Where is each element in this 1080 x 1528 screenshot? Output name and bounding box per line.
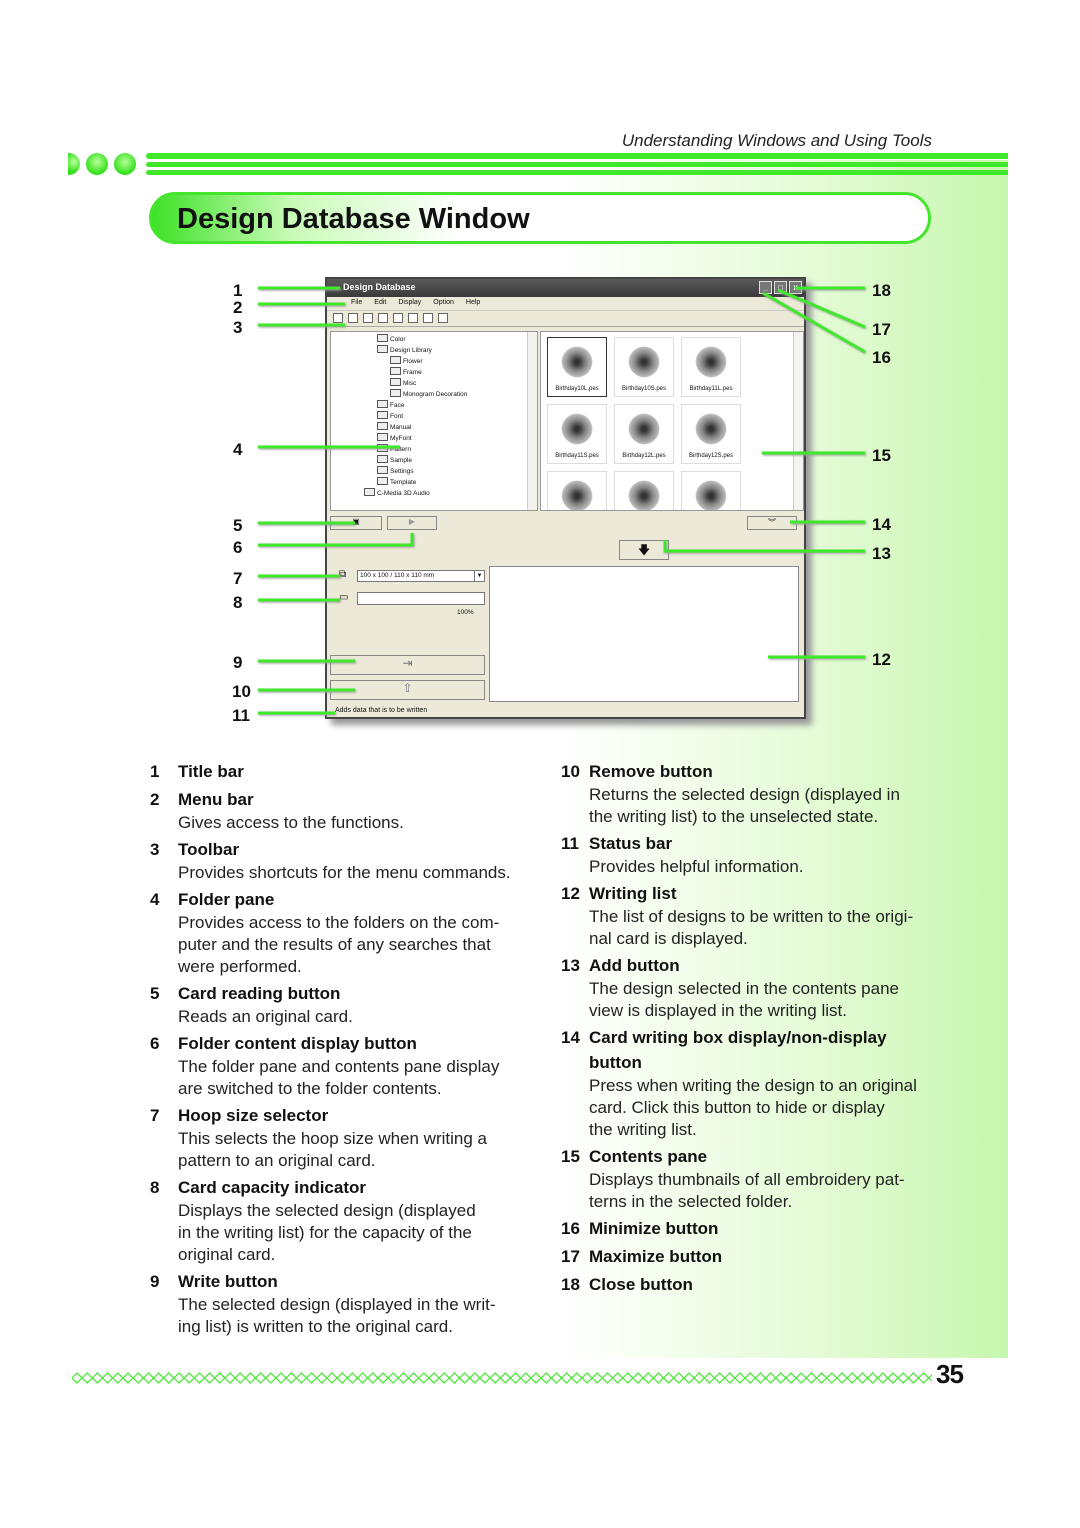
- item-title: Close button: [589, 1275, 693, 1294]
- legend-item: 7 Hoop size selector This selects the hoop…: [150, 1103, 558, 1172]
- item-number: 3: [150, 840, 160, 859]
- callout-line-13: [663, 540, 865, 553]
- item-description: Provides shortcuts for the menu commands…: [178, 863, 511, 882]
- callout-number: 6: [233, 538, 243, 557]
- callout-number: 12: [872, 650, 891, 669]
- item-number: 8: [150, 1178, 160, 1197]
- item-title: Write button: [178, 1272, 278, 1291]
- footer-diamond-border: [72, 1372, 932, 1384]
- item-title: Card writing box display/non-display but…: [589, 1028, 887, 1072]
- item-description: Returns the selected design (displayed i…: [589, 785, 900, 826]
- callout-number: 4: [233, 440, 243, 459]
- page-number: 35: [936, 1359, 964, 1389]
- item-title: Remove button: [589, 762, 713, 781]
- item-number: 5: [150, 984, 160, 1003]
- item-title: Menu bar: [178, 790, 254, 809]
- legend-item: 5 Card reading button Reads an original ca…: [150, 981, 558, 1028]
- legend-item: 1 Title bar: [150, 759, 558, 784]
- item-number: 17: [561, 1247, 580, 1266]
- item-description: Provides helpful information.: [589, 857, 804, 876]
- item-number: 6: [150, 1034, 160, 1053]
- item-number: 9: [150, 1272, 160, 1291]
- legend-item: 16 Minimize button: [561, 1216, 969, 1241]
- callout-number: 5: [233, 516, 243, 535]
- callout-number: 8: [233, 593, 243, 612]
- callout-number: 13: [872, 544, 891, 563]
- callout-number: 3: [233, 318, 243, 337]
- item-title: Status bar: [589, 834, 673, 853]
- item-number: 4: [150, 890, 160, 909]
- legend-item: 9 Write button The selected design (displa…: [150, 1269, 558, 1338]
- item-number: 15: [561, 1147, 580, 1166]
- item-description: The folder pane and contents pane displa…: [178, 1057, 500, 1098]
- callout-lines: [258, 286, 866, 715]
- legend-item: 6 Folder content display button The folder…: [150, 1031, 558, 1100]
- legend-item: 17 Maximize button: [561, 1244, 969, 1269]
- callout-number: 2: [233, 298, 243, 317]
- item-title: Add button: [589, 956, 680, 975]
- item-title: Hoop size selector: [178, 1106, 329, 1125]
- item-title: Minimize button: [589, 1219, 719, 1238]
- item-title: Folder pane: [178, 890, 275, 909]
- legend-item: 15 Contents pane Displays thumbnails of al…: [561, 1144, 969, 1213]
- legend-right-column: 10 Remove button Returns the selected desi…: [561, 759, 969, 1300]
- item-title: Folder content display button: [178, 1034, 417, 1053]
- legend-item: 11 Status bar Provides helpful information…: [561, 831, 969, 878]
- callout-number: 9: [233, 653, 243, 672]
- item-description: Reads an original card.: [178, 1007, 353, 1026]
- callout-line-16: [762, 291, 866, 354]
- legend-item: 10 Remove button Returns the selected desi…: [561, 759, 969, 828]
- legend-item: 18 Close button: [561, 1272, 969, 1297]
- callout-number: 17: [872, 320, 891, 339]
- item-description: The design selected in the contents pane…: [589, 979, 899, 1020]
- item-description: This selects the hoop size when writing …: [178, 1129, 487, 1170]
- callout-number: 11: [232, 706, 250, 725]
- item-title: Writing list: [589, 884, 677, 903]
- item-number: 14: [561, 1028, 580, 1047]
- legend-item: 3 Toolbar Provides shortcuts for the menu …: [150, 837, 558, 884]
- legend-left-column: 1 Title bar 2 Menu bar Gives access to the f…: [150, 759, 558, 1341]
- item-title: Card reading button: [178, 984, 341, 1003]
- item-number: 1: [150, 762, 160, 781]
- callout-number: 15: [872, 446, 891, 465]
- item-description: Provides access to the folders on the co…: [178, 913, 500, 976]
- item-number: 11: [561, 834, 579, 853]
- item-number: 10: [561, 762, 580, 781]
- item-description: Press when writing the design to an orig…: [589, 1076, 917, 1139]
- item-title: Title bar: [178, 762, 244, 781]
- legend-item: 13 Add button The design selected in the c…: [561, 953, 969, 1022]
- item-description: Displays thumbnails of all embroidery pa…: [589, 1170, 905, 1211]
- item-title: Toolbar: [178, 840, 240, 859]
- callout-number: 10: [232, 682, 251, 701]
- legend-item: 2 Menu bar Gives access to the functions.: [150, 787, 558, 834]
- item-number: 7: [150, 1106, 160, 1125]
- item-number: 2: [150, 790, 160, 809]
- item-number: 18: [561, 1275, 580, 1294]
- item-description: The list of designs to be written to the…: [589, 907, 914, 948]
- legend-item: 8 Card capacity indicator Displays the sel…: [150, 1175, 558, 1266]
- item-description: The selected design (displayed in the wr…: [178, 1295, 496, 1336]
- item-title: Card capacity indicator: [178, 1178, 367, 1197]
- legend-item: 14 Card writing box display/non-display b…: [561, 1025, 969, 1141]
- item-title: Maximize button: [589, 1247, 723, 1266]
- callout-number: 18: [872, 281, 891, 300]
- item-description: Gives access to the functions.: [178, 813, 404, 832]
- callout-line-6: [258, 533, 414, 547]
- item-description: Displays the selected design (displayed …: [178, 1201, 476, 1264]
- callout-number: 16: [872, 348, 891, 367]
- item-number: 16: [561, 1219, 580, 1238]
- item-number: 13: [561, 956, 580, 975]
- item-title: Contents pane: [589, 1147, 708, 1166]
- legend-item: 12 Writing list The list of designs to be …: [561, 881, 969, 950]
- callout-number: 14: [872, 515, 891, 534]
- legend-item: 4 Folder pane Provides access to the folde…: [150, 887, 558, 978]
- callout-number: 7: [233, 569, 243, 588]
- item-number: 12: [561, 884, 580, 903]
